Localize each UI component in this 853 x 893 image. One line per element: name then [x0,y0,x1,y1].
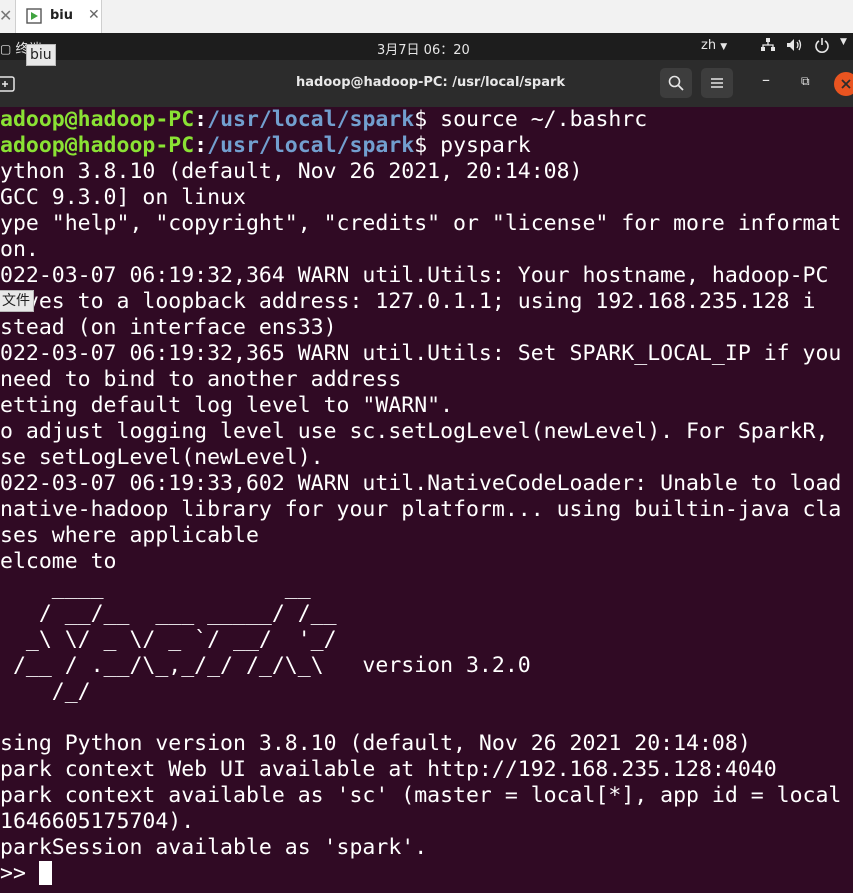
output-line: elcome to [0,549,117,574]
vm-tab-biu[interactable]: biu ✕ [15,0,102,33]
prompt-line: adoop@hadoop-PC:/usr/local/spark$ pyspar… [0,133,841,159]
output-line: need to bind to another address [0,367,402,392]
minimize-icon[interactable]: – [762,70,770,89]
repl-prompt-line: >> [0,861,841,887]
tooltip-file: 文件 [0,290,34,312]
prompt-path: /usr/local/spark [207,107,415,132]
prompt-line: adoop@hadoop-PC:/usr/local/spark$ source… [0,107,841,133]
output-line: parkSession available as 'spark'. [0,835,428,860]
close-button[interactable] [834,72,853,96]
text-cursor[interactable] [38,861,52,885]
search-button[interactable] [660,68,692,98]
terminal-text: adoop@hadoop-PC:/usr/local/spark$ source… [0,107,841,887]
input-method-indicator[interactable]: zh ▼ [701,38,727,53]
output-line: o adjust logging level use sc.setLogLeve… [0,419,829,444]
tooltip-biu: biu [26,44,56,66]
output-line: stead (on interface ens33) [0,315,337,340]
hamburger-menu-icon [711,78,723,88]
prompt-command: source ~/.bashrc [427,107,648,132]
output-line: _\ \/ _ \/ _ `/ __/ '_/ [0,627,337,652]
vm-tab-label: biu [50,8,74,23]
output-line: / __/__ ___ _____/ /__ [0,601,337,626]
output-line: 022-03-07 06:19:33,602 WARN util.NativeC… [0,471,842,496]
output-line: sing Python version 3.8.10 (default, Nov… [0,731,751,756]
search-icon [668,75,684,91]
terminal-headerbar: hadoop@hadoop-PC: /usr/local/spark – ⧉ [0,60,853,107]
vm-tab-strip: ✕ biu ✕ [0,0,853,34]
output-line: etting default log level to "WARN". [0,393,454,418]
prompt-symbol: $ [414,133,428,158]
output-line: se setLogLevel(newLevel). [0,445,324,470]
prompt-user: adoop@hadoop-PC [0,133,195,158]
terminal-app-glyph-icon: ▢ [0,42,12,56]
output-line: 1646605175704). [0,809,195,834]
prompt-separator: : [194,133,208,158]
prev-tab-close-icon[interactable]: ✕ [0,6,12,25]
output-line: /_/ [0,679,91,704]
vm-monitor-icon [26,8,42,24]
chevron-down-icon: ▼ [720,42,728,52]
output-line: park context available as 'sc' (master =… [0,783,842,808]
terminal-output[interactable]: adoop@hadoop-PC:/usr/local/spark$ source… [0,107,853,893]
window-title: hadoop@hadoop-PC: /usr/local/spark [296,75,566,90]
clock[interactable]: 3月7日 06：20 [377,39,470,58]
restore-icon[interactable]: ⧉ [801,74,810,89]
output-line: ____ __ [0,575,311,600]
output-line: 022-03-07 06:19:32,365 WARN util.Utils: … [0,341,842,366]
chevron-down-icon: ▼ [840,37,847,47]
output-line: olves to a loopback address: 127.0.1.1; … [0,289,816,314]
gnome-top-bar: ▢ 终端 ▼ 3月7日 06：20 zh ▼ ▼ [0,33,853,60]
output-line: park context Web UI available at http://… [0,757,777,782]
output-line: on. [0,237,39,262]
prompt-path: /usr/local/spark [207,133,415,158]
prompt-user: adoop@hadoop-PC [0,107,195,132]
input-method-label: zh [701,38,717,53]
repl-prompt: >> [0,861,39,886]
prompt-command: pyspark [427,133,531,158]
vm-tab-close-icon[interactable]: ✕ [88,7,100,23]
volume-icon [787,39,802,51]
output-line: 022-03-07 06:19:32,364 WARN util.Utils: … [0,263,829,288]
close-icon [841,79,851,89]
menu-button[interactable] [701,68,733,98]
output-line: GCC 9.3.0] on linux [0,185,246,210]
network-icon [761,38,775,51]
prompt-symbol: $ [414,107,428,132]
output-line: /__ / .__/\_,_/_/ /_/\_\ version 3.2.0 [0,653,531,678]
power-icon [815,38,829,53]
output-line: native-hadoop library for your platform.… [0,497,842,522]
new-tab-icon[interactable] [0,72,22,96]
output-line: ython 3.8.10 (default, Nov 26 2021, 20:1… [0,159,583,184]
system-status-area[interactable]: ▼ [760,37,847,53]
output-line: ses where applicable [0,523,259,548]
prompt-separator: : [194,107,208,132]
output-line: ype "help", "copyright", "credits" or "l… [0,211,842,236]
